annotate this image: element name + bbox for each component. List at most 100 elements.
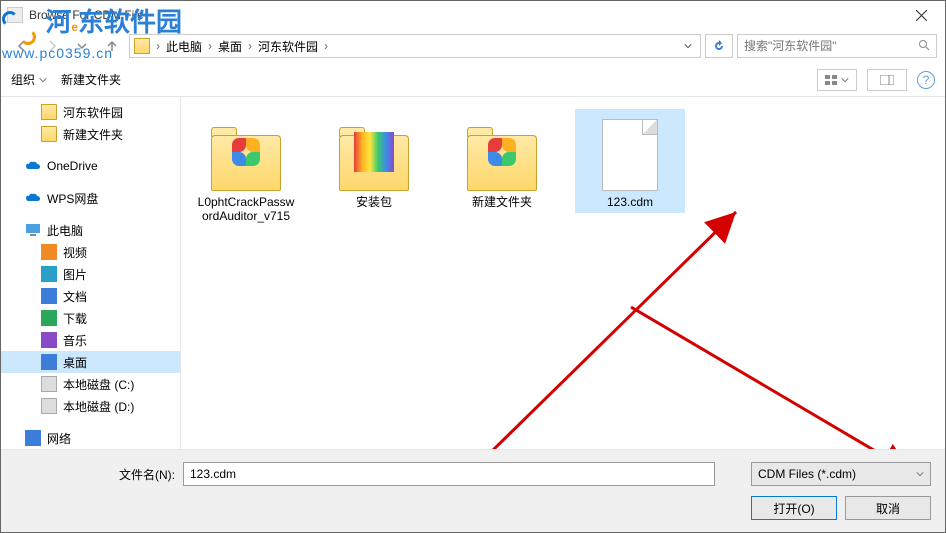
chevron-down-icon xyxy=(39,76,47,84)
sidebar-item-music[interactable]: 音乐 xyxy=(1,329,180,351)
sidebar-item-pictures[interactable]: 图片 xyxy=(1,263,180,285)
sidebar-item-disk-c[interactable]: 本地磁盘 (C:) xyxy=(1,373,180,395)
sidebar-item-videos[interactable]: 视频 xyxy=(1,241,180,263)
breadcrumb-separator: › xyxy=(246,39,254,53)
video-icon xyxy=(41,244,57,260)
sidebar-item-wps[interactable]: WPS网盘 xyxy=(1,187,180,209)
sidebar-item-thispc[interactable]: 此电脑 xyxy=(1,219,180,241)
item-label: 123.cdm xyxy=(607,195,653,209)
new-folder-label: 新建文件夹 xyxy=(61,71,121,88)
breadcrumb-separator: › xyxy=(322,39,330,53)
sidebar-tree[interactable]: 河东软件园 新建文件夹 OneDrive WPS网盘 此电脑 视频 图片 文档 … xyxy=(1,97,181,449)
list-item[interactable]: 安装包 xyxy=(319,109,429,213)
pane-icon xyxy=(880,75,894,85)
search-input[interactable] xyxy=(744,39,918,53)
view-icon xyxy=(825,75,839,85)
arrow-left-icon xyxy=(15,39,29,53)
sidebar-item-desktop[interactable]: 桌面 xyxy=(1,351,180,373)
close-icon xyxy=(916,10,927,21)
search-box[interactable] xyxy=(737,34,937,58)
filetype-select[interactable]: CDM Files (*.cdm) xyxy=(751,462,931,486)
sidebar-item-documents[interactable]: 文档 xyxy=(1,285,180,307)
disk-icon xyxy=(41,376,57,392)
preview-pane-button[interactable] xyxy=(867,69,907,91)
app-icon xyxy=(7,7,23,23)
action-buttons: 打开(O) 取消 xyxy=(15,496,931,520)
folder-thumbnail xyxy=(334,113,414,191)
nav-recent-button[interactable] xyxy=(69,33,95,59)
open-button[interactable]: 打开(O) xyxy=(751,496,837,520)
folder-icon xyxy=(41,126,57,142)
annotation-arrow xyxy=(621,297,941,449)
cancel-button[interactable]: 取消 xyxy=(845,496,931,520)
network-icon xyxy=(25,430,41,446)
list-item[interactable]: 新建文件夹 xyxy=(447,109,557,213)
download-icon xyxy=(41,310,57,326)
breadcrumb[interactable]: › 此电脑 › 桌面 › 河东软件园 › xyxy=(129,34,701,58)
music-icon xyxy=(41,332,57,348)
disk-icon xyxy=(41,398,57,414)
list-item[interactable]: L0phtCrackPasswordAuditor_v715 xyxy=(191,109,301,228)
breadcrumb-part[interactable]: 桌面 xyxy=(214,38,246,55)
help-icon: ? xyxy=(923,73,930,87)
window-title: Browse For CDM File xyxy=(29,8,899,22)
arrow-up-icon xyxy=(105,39,119,53)
toolbar: 组织 新建文件夹 ? xyxy=(1,63,945,97)
sidebar-item-onedrive[interactable]: OneDrive xyxy=(1,155,180,177)
folder-thumbnail xyxy=(206,113,286,191)
nav-up-button[interactable] xyxy=(99,33,125,59)
breadcrumb-root[interactable]: 此电脑 xyxy=(162,38,206,55)
file-list[interactable]: L0phtCrackPasswordAuditor_v715 安装包 新建文件夹… xyxy=(181,97,945,449)
view-mode-button[interactable] xyxy=(817,69,857,91)
item-label: 安装包 xyxy=(356,195,392,209)
arrow-right-icon xyxy=(45,39,59,53)
titlebar: Browse For CDM File xyxy=(1,1,945,29)
breadcrumb-separator: › xyxy=(154,39,162,53)
folder-icon xyxy=(41,104,57,120)
document-icon xyxy=(41,288,57,304)
sidebar-item-label: 本地磁盘 (D:) xyxy=(63,398,134,415)
help-button[interactable]: ? xyxy=(917,71,935,89)
refresh-icon xyxy=(713,40,725,52)
file-thumbnail xyxy=(590,113,670,191)
sidebar-item-folder[interactable]: 新建文件夹 xyxy=(1,123,180,145)
sidebar-item-label: WPS网盘 xyxy=(47,190,98,207)
sidebar-item-network[interactable]: 网络 xyxy=(1,427,180,449)
organize-button[interactable]: 组织 xyxy=(11,71,47,88)
breadcrumb-separator: › xyxy=(206,39,214,53)
nav-back-button[interactable] xyxy=(9,33,35,59)
chevron-down-icon xyxy=(841,76,849,84)
new-folder-button[interactable]: 新建文件夹 xyxy=(61,71,121,88)
breadcrumb-part[interactable]: 河东软件园 xyxy=(254,38,322,55)
sidebar-item-label: 图片 xyxy=(63,266,87,283)
sidebar-item-label: 此电脑 xyxy=(47,222,83,239)
filetype-label: CDM Files (*.cdm) xyxy=(758,467,856,481)
sidebar-item-folder[interactable]: 河东软件园 xyxy=(1,101,180,123)
file-open-dialog: Browse For CDM File › 此电脑 › 桌面 › 河东软件园 ›… xyxy=(0,0,946,533)
annotation-arrow xyxy=(481,202,781,449)
dialog-footer: 文件名(N): CDM Files (*.cdm) 打开(O) 取消 xyxy=(1,449,945,532)
folder-thumbnail xyxy=(462,113,542,191)
sidebar-item-label: 视频 xyxy=(63,244,87,261)
chevron-down-icon xyxy=(916,470,924,478)
breadcrumb-dropdown[interactable] xyxy=(684,42,696,50)
sidebar-item-label: 下载 xyxy=(63,310,87,327)
item-label: L0phtCrackPasswordAuditor_v715 xyxy=(195,195,297,224)
list-item[interactable]: 123.cdm xyxy=(575,109,685,213)
refresh-button[interactable] xyxy=(705,34,733,58)
computer-icon xyxy=(25,222,41,238)
cloud-icon xyxy=(25,158,41,174)
item-label: 新建文件夹 xyxy=(472,195,532,209)
folder-icon xyxy=(134,38,150,54)
sidebar-item-label: 网络 xyxy=(47,430,71,447)
sidebar-item-label: 文档 xyxy=(63,288,87,305)
sidebar-item-downloads[interactable]: 下载 xyxy=(1,307,180,329)
cancel-label: 取消 xyxy=(876,500,900,517)
sidebar-item-label: 河东软件园 xyxy=(63,104,123,121)
sidebar-item-disk-d[interactable]: 本地磁盘 (D:) xyxy=(1,395,180,417)
toolbar-right: ? xyxy=(817,69,935,91)
filename-input[interactable] xyxy=(183,462,715,486)
nav-forward-button[interactable] xyxy=(39,33,65,59)
close-button[interactable] xyxy=(899,2,943,28)
dialog-body: 河东软件园 新建文件夹 OneDrive WPS网盘 此电脑 视频 图片 文档 … xyxy=(1,97,945,449)
